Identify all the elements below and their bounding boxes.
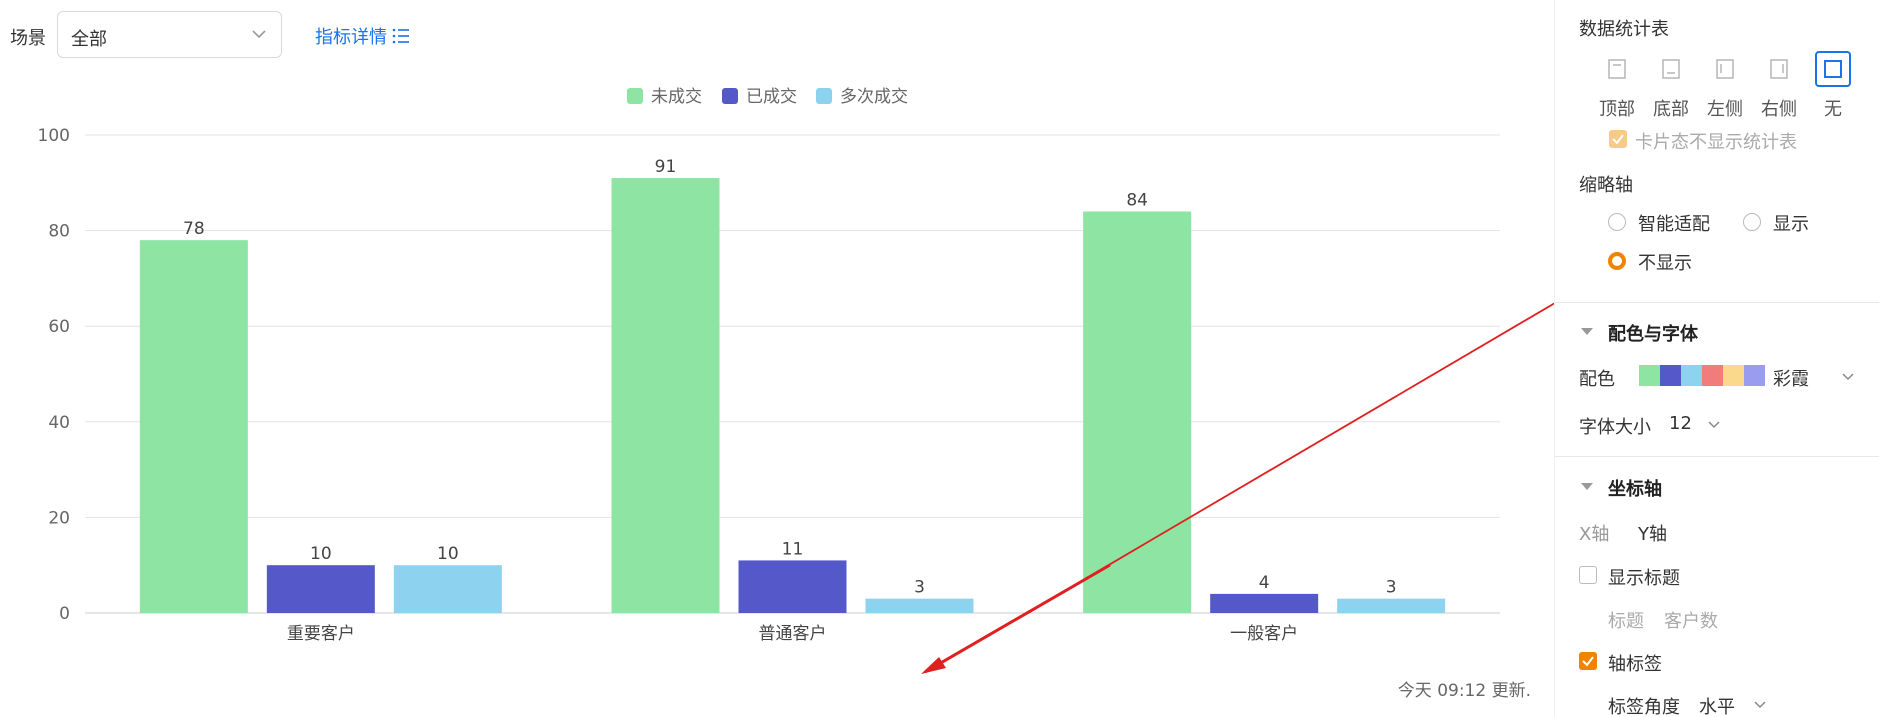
- align-left-icon: [1716, 59, 1734, 79]
- thumb-radio-smart-label: 智能适配: [1638, 214, 1710, 235]
- show-title-checkbox[interactable]: [1579, 566, 1597, 584]
- stats-position-bottom-label: 底部: [1653, 99, 1689, 120]
- axis-title-input[interactable]: 客户数: [1664, 607, 1718, 633]
- palette-swatch-1: [1639, 365, 1660, 386]
- label-angle-value: 水平: [1699, 697, 1735, 717]
- check-icon: [1582, 656, 1594, 667]
- settings-panel: 数据统计表 顶部 底部 左侧 右侧 无 卡片态不显示统计表 缩略轴 智能适配 显…: [1554, 0, 1879, 717]
- stats-position-none-label: 无: [1824, 99, 1842, 120]
- stats-position-bottom[interactable]: 底部: [1646, 51, 1696, 121]
- color-label: 配色: [1579, 369, 1615, 390]
- thumb-radio-hide-label: 不显示: [1638, 253, 1692, 274]
- label-angle-label: 标签角度: [1608, 697, 1680, 717]
- square-icon: [1824, 60, 1842, 78]
- axis-label-checkbox[interactable]: [1579, 652, 1597, 670]
- tab-y-axis[interactable]: Y轴: [1638, 520, 1667, 546]
- stats-position-left-label: 左侧: [1707, 99, 1743, 120]
- thumb-axis-title: 缩略轴: [1579, 175, 1633, 196]
- chevron-down-icon: [1708, 421, 1720, 429]
- panel-divider: [1555, 302, 1879, 303]
- font-size-value: 12: [1669, 413, 1692, 434]
- stats-position-top[interactable]: 顶部: [1592, 51, 1642, 121]
- thumb-radio-show-label: 显示: [1773, 214, 1809, 235]
- axis-title-label: 标题: [1608, 611, 1644, 632]
- card-hide-checkbox[interactable]: [1609, 130, 1627, 148]
- check-icon: [1612, 134, 1624, 145]
- font-size-label: 字体大小: [1579, 417, 1651, 438]
- stats-position-right[interactable]: 右侧: [1754, 51, 1804, 121]
- collapse-triangle-icon[interactable]: [1581, 328, 1593, 335]
- thumb-radio-smart[interactable]: [1608, 213, 1626, 231]
- thumb-radio-hide[interactable]: [1608, 252, 1626, 270]
- align-bottom-icon: [1662, 59, 1680, 79]
- stats-position-left[interactable]: 左侧: [1700, 51, 1750, 121]
- panel-divider: [1555, 456, 1879, 457]
- axis-title: 坐标轴: [1608, 479, 1662, 500]
- stats-table-title: 数据统计表: [1579, 19, 1669, 40]
- color-font-title: 配色与字体: [1608, 324, 1698, 345]
- show-title-label: 显示标题: [1608, 568, 1680, 589]
- stats-position-top-label: 顶部: [1599, 99, 1635, 120]
- card-hide-label: 卡片态不显示统计表: [1635, 132, 1797, 153]
- collapse-triangle-icon[interactable]: [1581, 483, 1593, 490]
- align-right-icon: [1770, 59, 1788, 79]
- palette-swatch-6: [1744, 365, 1765, 386]
- chevron-down-icon: [1842, 373, 1854, 381]
- palette-name: 彩霞: [1773, 369, 1809, 390]
- thumb-radio-show[interactable]: [1743, 213, 1761, 231]
- stats-position-none[interactable]: 无: [1808, 51, 1858, 121]
- chevron-down-icon: [1754, 701, 1766, 709]
- axis-label-label: 轴标签: [1608, 654, 1662, 675]
- align-top-icon: [1608, 59, 1626, 79]
- tab-x-axis[interactable]: X轴: [1579, 520, 1609, 546]
- palette-swatch-5: [1723, 365, 1744, 386]
- palette-swatch-3: [1681, 365, 1702, 386]
- palette-swatch-4: [1702, 365, 1723, 386]
- stats-position-right-label: 右侧: [1761, 99, 1797, 120]
- palette-swatch-2: [1660, 365, 1681, 386]
